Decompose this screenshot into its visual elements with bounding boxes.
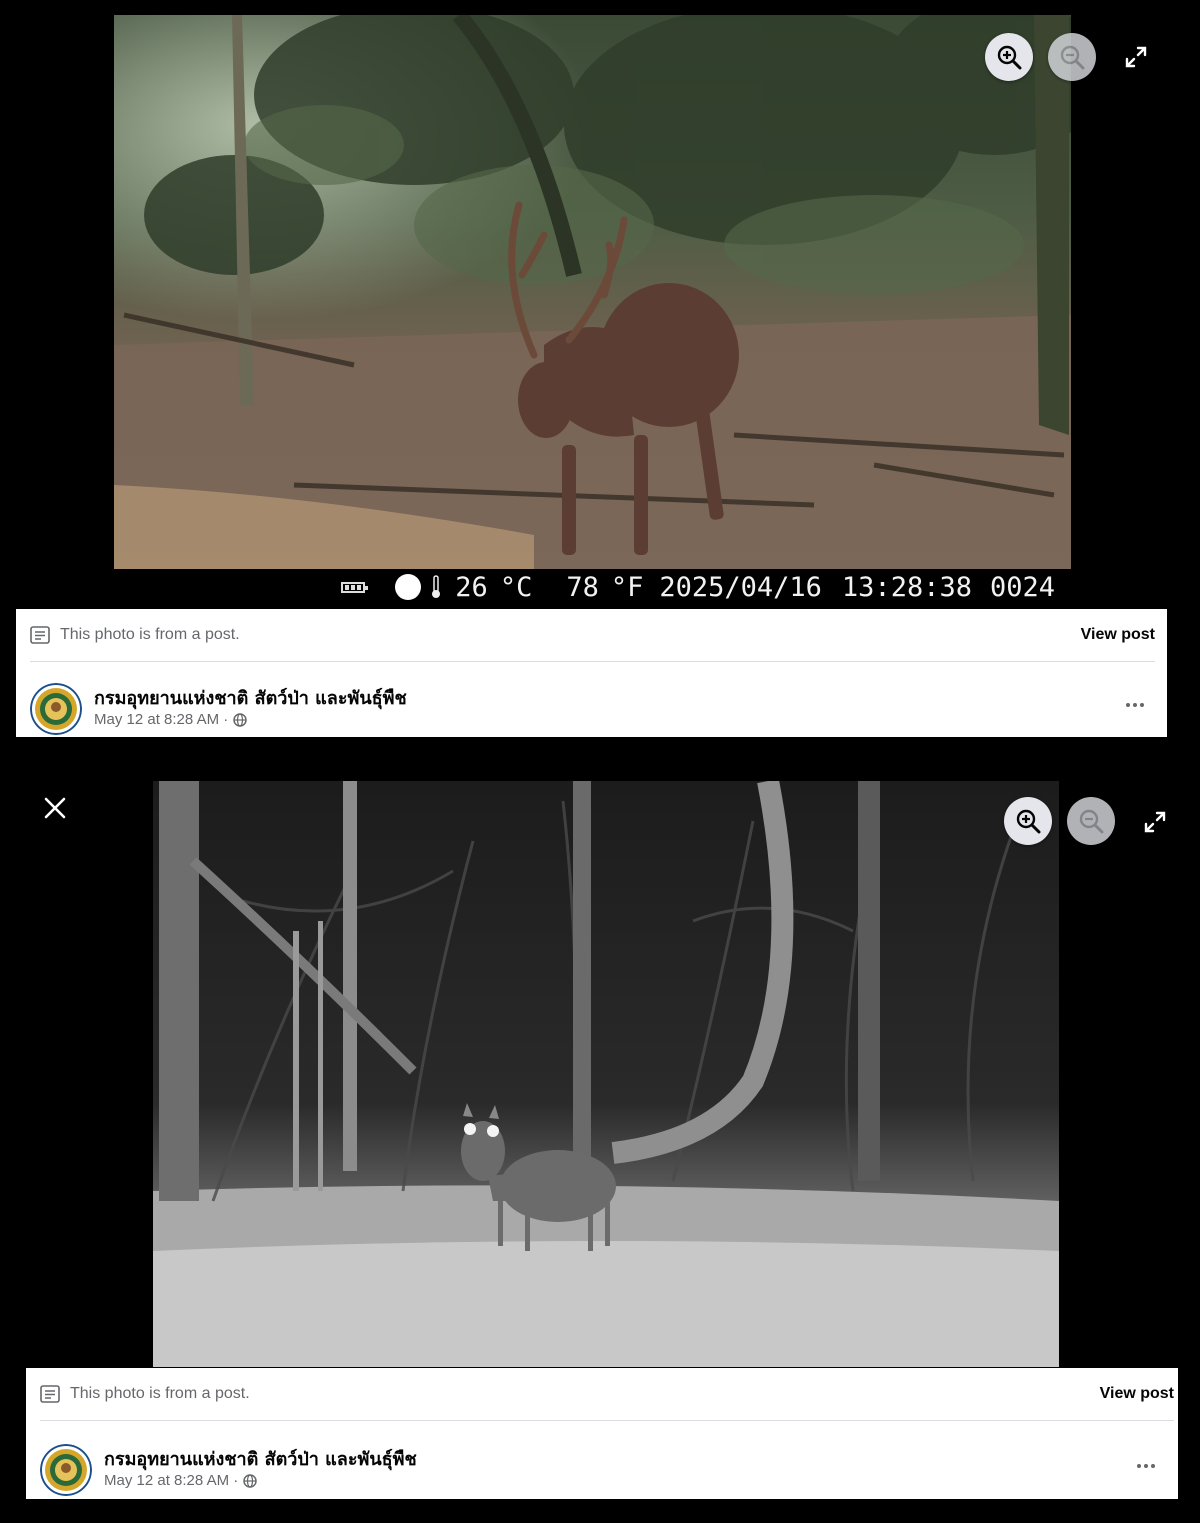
thermometer-icon xyxy=(432,575,441,598)
trail-camera-photo-night xyxy=(153,781,1059,1367)
post-info-card: This photo is from a post. View post กรม… xyxy=(26,1368,1178,1499)
temperature-celsius-unit: °C xyxy=(499,571,533,603)
capture-date: 2025/04/16 xyxy=(659,571,822,603)
post-source-row: This photo is from a post. View post xyxy=(40,1368,1174,1421)
note-icon xyxy=(30,626,50,644)
page-name-link[interactable]: กรมอุทยานแห่งชาติ สัตว์ป่า และพันธุ์พืช xyxy=(104,1444,417,1473)
temperature-celsius: 26 xyxy=(455,571,488,603)
camera-info-strip: 26 °C 78 °F 2025/04/16 13:28:38 0024 xyxy=(114,569,1071,605)
globe-icon xyxy=(243,1473,257,1488)
zoom-out-icon xyxy=(1079,809,1104,834)
page-avatar[interactable] xyxy=(30,683,82,735)
zoom-out-button[interactable] xyxy=(1067,797,1115,845)
capture-time: 13:28:38 xyxy=(841,571,972,603)
view-post-link[interactable]: View post xyxy=(1100,1385,1174,1403)
zoom-in-icon xyxy=(1016,809,1041,834)
close-icon[interactable] xyxy=(41,794,69,822)
more-options-button[interactable] xyxy=(1128,1454,1164,1478)
expand-icon[interactable] xyxy=(1143,810,1167,834)
globe-icon xyxy=(233,712,247,727)
zoom-out-icon xyxy=(1060,45,1085,70)
zoom-in-button[interactable] xyxy=(985,33,1033,81)
post-info-card: This photo is from a post. View post กรม… xyxy=(16,609,1167,737)
zoom-in-button[interactable] xyxy=(1004,797,1052,845)
trail-camera-photo-deer: 26 °C 78 °F 2025/04/16 13:28:38 0024 xyxy=(114,15,1071,605)
post-timestamp[interactable]: May 12 at 8:28 AM · xyxy=(94,711,228,728)
post-author-row: กรมอุทยานแห่งชาติ สัตว์ป่า และพันธุ์พืช … xyxy=(40,1442,1164,1496)
frame-number: 0024 xyxy=(989,571,1055,603)
battery-icon xyxy=(341,581,369,593)
zoom-out-button[interactable] xyxy=(1048,33,1096,81)
photo-source-note: This photo is from a post. xyxy=(70,1385,250,1402)
moon-phase-icon xyxy=(395,574,422,600)
post-timestamp[interactable]: May 12 at 8:28 AM · xyxy=(104,1472,238,1489)
post-source-row: This photo is from a post. View post xyxy=(30,609,1155,662)
page-avatar[interactable] xyxy=(40,1444,92,1496)
temperature-fahrenheit: 78 xyxy=(566,571,599,603)
post-author-row: กรมอุทยานแห่งชาติ สัตว์ป่า และพันธุ์พืช … xyxy=(30,681,1153,735)
note-icon xyxy=(40,1385,60,1403)
zoom-in-icon xyxy=(997,45,1022,70)
post-meta: May 12 at 8:28 AM · xyxy=(104,1472,257,1489)
temperature-fahrenheit-unit: °F xyxy=(610,571,644,603)
photo-source-note: This photo is from a post. xyxy=(60,626,240,643)
page-name-link[interactable]: กรมอุทยานแห่งชาติ สัตว์ป่า และพันธุ์พืช xyxy=(94,683,407,712)
view-post-link[interactable]: View post xyxy=(1081,626,1155,644)
post-meta: May 12 at 8:28 AM · xyxy=(94,711,247,728)
more-options-button[interactable] xyxy=(1117,693,1153,717)
expand-icon[interactable] xyxy=(1124,45,1148,69)
